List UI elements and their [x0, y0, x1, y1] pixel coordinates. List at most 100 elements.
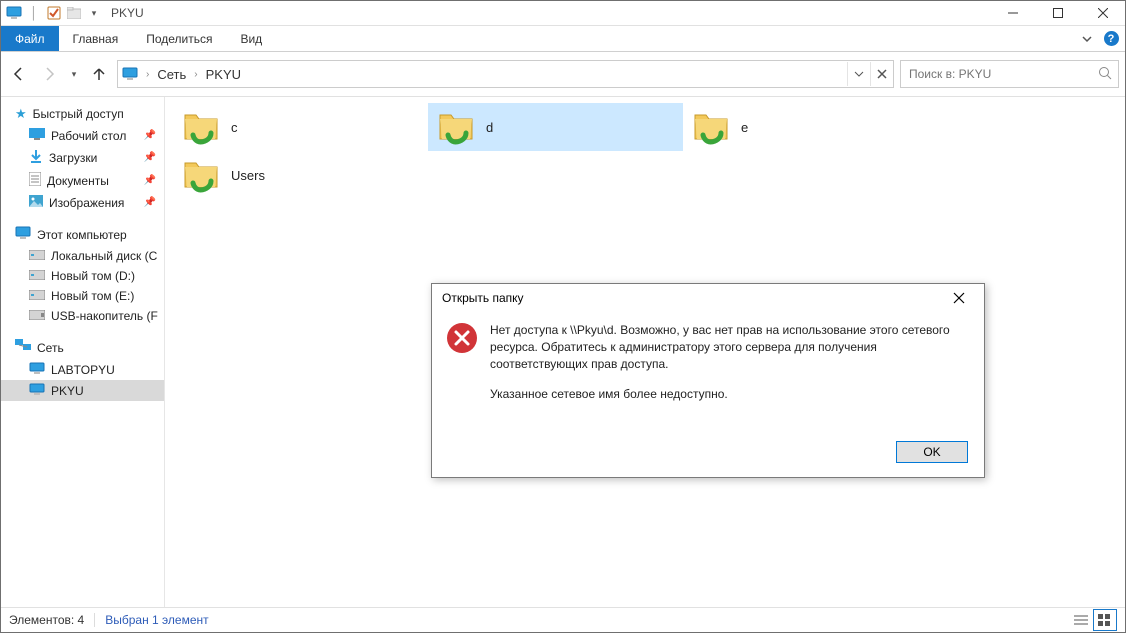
share-folder-icon [436, 107, 476, 147]
qat-dropdown-icon[interactable]: ▾ [85, 4, 103, 22]
explorer-window: │ ▾ PKYU [0, 0, 1126, 633]
sidebar-item-drive-d[interactable]: Новый том (D:) [1, 266, 164, 286]
folder-name: d [486, 120, 493, 135]
sidebar-label: Сеть [37, 341, 64, 355]
share-folder-d[interactable]: d [428, 103, 683, 151]
drive-icon [29, 289, 45, 303]
chevron-right-icon[interactable]: › [192, 69, 199, 80]
window-title: PKYU [111, 6, 144, 20]
error-dialog: Открыть папку Нет доступа к \\Pkyu\d. Во… [431, 283, 985, 478]
search-icon[interactable] [1098, 66, 1112, 83]
dialog-close-button[interactable] [944, 284, 974, 312]
network-icon [15, 339, 31, 356]
sidebar-item-label: LABTOPYU [51, 363, 115, 377]
navigation-pane[interactable]: ★ Быстрый доступ Рабочий стол 📌 Загрузки… [1, 97, 165, 607]
chevron-right-icon[interactable]: › [144, 69, 151, 80]
sidebar-network[interactable]: Сеть [1, 336, 164, 359]
folder-name: c [231, 120, 238, 135]
search-box[interactable] [900, 60, 1119, 88]
sidebar-item-usb[interactable]: USB-накопитель (F [1, 306, 164, 326]
sidebar-item-label: Изображения [49, 196, 124, 210]
pin-icon: 📌 [144, 130, 160, 141]
ribbon-expand-icon[interactable] [1077, 26, 1097, 51]
tab-share[interactable]: Поделиться [132, 26, 226, 51]
view-details-button[interactable] [1069, 609, 1093, 631]
nav-back-button[interactable] [7, 61, 31, 87]
dialog-titlebar[interactable]: Открыть папку [432, 284, 984, 312]
sidebar-item-downloads[interactable]: Загрузки 📌 [1, 146, 164, 169]
desktop-icon [29, 128, 45, 143]
tab-view[interactable]: Вид [226, 26, 276, 51]
qat-newfolder-icon[interactable] [65, 4, 83, 22]
sidebar-this-pc[interactable]: Этот компьютер [1, 223, 164, 246]
tab-home[interactable]: Главная [59, 26, 133, 51]
dialog-detail: Указанное сетевое имя более недоступно. [490, 386, 968, 403]
sidebar-host-pkyu[interactable]: PKYU [1, 380, 164, 401]
share-folder-icon [181, 107, 221, 147]
status-selection: Выбран 1 элемент [105, 613, 208, 627]
app-icon [5, 4, 23, 22]
sidebar-label: Этот компьютер [37, 228, 127, 242]
qat-properties-icon[interactable] [45, 4, 63, 22]
sidebar-item-drive-e[interactable]: Новый том (E:) [1, 286, 164, 306]
sidebar-item-label: Новый том (E:) [51, 289, 134, 303]
sidebar-item-label: Новый том (D:) [51, 269, 135, 283]
help-button[interactable]: ? [1097, 26, 1125, 51]
share-folder-icon [181, 155, 221, 195]
navigation-bar: ▾ › Сеть › PKYU [1, 52, 1125, 97]
sidebar-quick-access[interactable]: ★ Быстрый доступ [1, 103, 164, 125]
minimize-button[interactable] [990, 1, 1035, 25]
maximize-button[interactable] [1035, 1, 1080, 25]
sidebar-label: Быстрый доступ [33, 107, 124, 121]
nav-up-button[interactable] [87, 61, 111, 87]
titlebar: │ ▾ PKYU [1, 1, 1125, 26]
star-icon: ★ [15, 106, 27, 122]
sidebar-host-labtopyu[interactable]: LABTOPYU [1, 359, 164, 380]
pin-icon: 📌 [144, 152, 160, 163]
address-dropdown-button[interactable] [847, 62, 870, 86]
breadcrumb-host[interactable]: PKYU [200, 67, 247, 82]
address-refresh-button[interactable] [870, 62, 893, 86]
sidebar-item-pictures[interactable]: Изображения 📌 [1, 192, 164, 213]
pin-icon: 📌 [144, 197, 160, 208]
error-icon [446, 322, 478, 354]
help-icon: ? [1104, 31, 1119, 46]
breadcrumb-network[interactable]: Сеть [151, 67, 192, 82]
sidebar-item-documents[interactable]: Документы 📌 [1, 169, 164, 192]
dialog-ok-button[interactable]: OK [896, 441, 968, 463]
share-folder-e[interactable]: e [683, 103, 938, 151]
sidebar-item-label: PKYU [51, 384, 84, 398]
view-icons-button[interactable] [1093, 609, 1117, 631]
search-input[interactable] [907, 66, 1098, 82]
close-button[interactable] [1080, 1, 1125, 25]
nav-forward-button[interactable] [37, 61, 61, 87]
sidebar-item-label: Загрузки [49, 151, 97, 165]
window-controls [990, 1, 1125, 25]
folder-name: e [741, 120, 748, 135]
dialog-title: Открыть папку [442, 291, 944, 305]
share-folder-c[interactable]: c [173, 103, 428, 151]
pictures-icon [29, 195, 43, 210]
qat-separator: │ [25, 4, 43, 22]
status-item-count: Элементов: 4 [9, 613, 84, 627]
dialog-text: Нет доступа к \\Pkyu\d. Возможно, у вас … [490, 322, 968, 417]
folder-list: c d [173, 103, 1117, 199]
downloads-icon [29, 149, 43, 166]
tab-file[interactable]: Файл [1, 26, 59, 51]
address-network-icon [122, 67, 140, 81]
sidebar-item-drive-c[interactable]: Локальный диск (C [1, 246, 164, 266]
sidebar-item-label: Локальный диск (C [51, 249, 157, 263]
usb-icon [29, 309, 45, 323]
nav-recent-dropdown[interactable]: ▾ [67, 61, 81, 87]
sidebar-item-label: Рабочий стол [51, 129, 126, 143]
status-bar: Элементов: 4 Выбран 1 элемент [1, 607, 1125, 632]
pin-icon: 📌 [144, 175, 160, 186]
quick-access-toolbar: │ ▾ [5, 4, 103, 22]
share-folder-users[interactable]: Users [173, 151, 428, 199]
drive-icon [29, 269, 45, 283]
dialog-message: Нет доступа к \\Pkyu\d. Возможно, у вас … [490, 322, 968, 372]
ribbon: Файл Главная Поделиться Вид ? [1, 26, 1125, 52]
address-bar[interactable]: › Сеть › PKYU [117, 60, 894, 88]
sidebar-item-desktop[interactable]: Рабочий стол 📌 [1, 125, 164, 146]
computer-icon [29, 362, 45, 377]
